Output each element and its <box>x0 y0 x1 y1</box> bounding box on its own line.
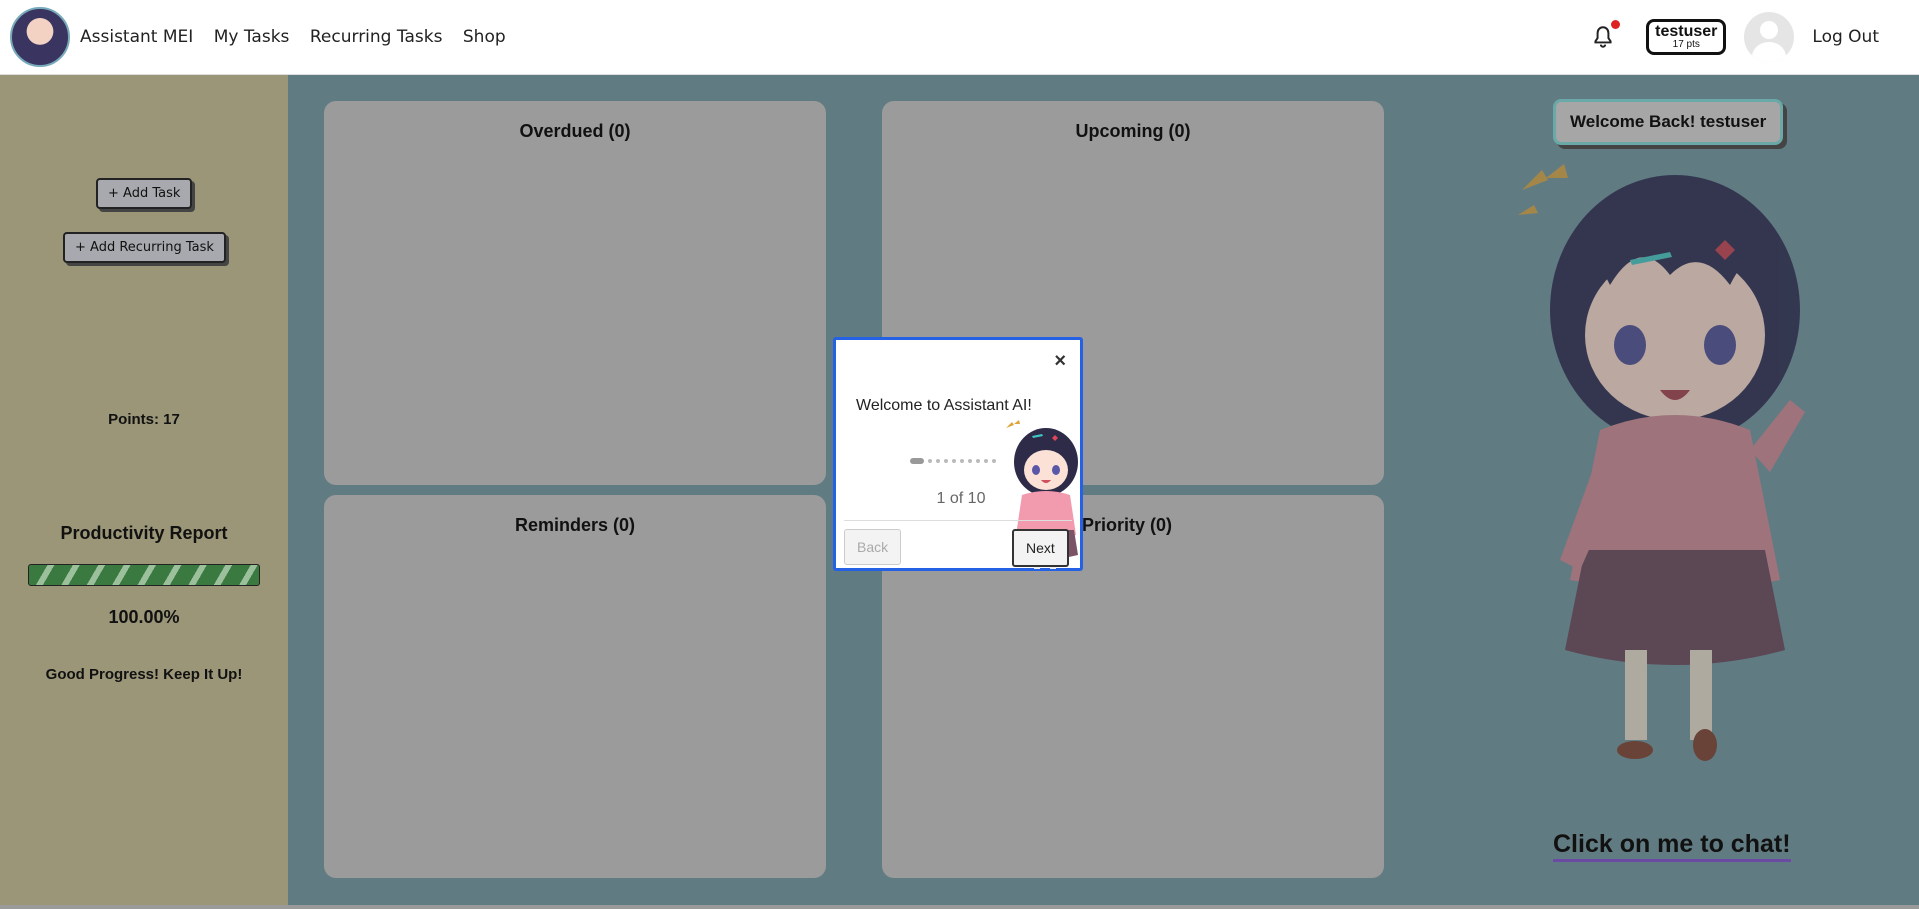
step-dot <box>910 458 924 464</box>
step-dot <box>992 459 996 463</box>
character-mascot[interactable] <box>1510 160 1840 800</box>
logout-button[interactable]: Log Out <box>1812 27 1879 47</box>
step-indicator <box>910 458 996 464</box>
productivity-percent: 100.00% <box>108 607 180 627</box>
nav-shop[interactable]: Shop <box>463 27 506 47</box>
step-dot <box>928 459 932 463</box>
productivity-report-title: Productivity Report <box>60 523 228 543</box>
overdue-panel: Overdued (0) <box>324 101 826 485</box>
bell-icon[interactable] <box>1590 20 1621 50</box>
username: testuser <box>1655 23 1718 40</box>
step-dot <box>944 459 948 463</box>
add-recurring-task-button[interactable]: + Add Recurring Task <box>63 232 226 263</box>
progress-message: Good Progress! Keep It Up! <box>45 666 243 683</box>
nav-my-tasks[interactable]: My Tasks <box>214 27 290 47</box>
top-navbar: Assistant MEI My Tasks Recurring Tasks S… <box>0 0 1919 75</box>
points-label: Points: 17 <box>108 411 180 428</box>
welcome-bubble: Welcome Back! testuser <box>1553 99 1784 145</box>
points-badge: 17 pts <box>1672 39 1700 50</box>
step-dot <box>960 459 964 463</box>
nav-recurring-tasks[interactable]: Recurring Tasks <box>310 27 443 47</box>
step-dot <box>936 459 940 463</box>
user-points-box[interactable]: testuser 17 pts <box>1646 19 1727 55</box>
sidebar: + Add Task + Add Recurring Task Points: … <box>0 75 288 905</box>
add-task-button[interactable]: + Add Task <box>96 178 193 209</box>
close-icon[interactable]: × <box>1054 350 1066 373</box>
modal-divider <box>844 520 1072 521</box>
chat-prompt-link[interactable]: Click on me to chat! <box>1553 830 1791 862</box>
panel-title: Reminders (0) <box>514 515 636 535</box>
notification-badge <box>1611 20 1621 29</box>
back-button[interactable]: Back <box>844 529 902 565</box>
step-dot <box>952 459 956 463</box>
step-dot <box>968 459 972 463</box>
app-logo[interactable] <box>10 7 70 67</box>
tutorial-modal: × Welcome to Assistant AI! 1 of 10 Back … <box>833 337 1083 571</box>
step-dot <box>984 459 988 463</box>
nav-home[interactable]: Assistant MEI <box>80 27 193 47</box>
main-nav: Assistant MEI My Tasks Recurring Tasks S… <box>70 27 506 47</box>
step-dot <box>976 459 980 463</box>
modal-welcome-text: Welcome to Assistant AI! <box>856 397 1032 414</box>
reminders-panel: Reminders (0) <box>324 495 826 878</box>
panel-title: Priority (0) <box>1082 515 1173 535</box>
step-counter: 1 of 10 <box>936 490 986 507</box>
header-right: testuser 17 pts Log Out <box>1590 0 1919 74</box>
productivity-progress-bar <box>28 564 260 586</box>
avatar[interactable] <box>1744 12 1795 62</box>
panel-title: Overdued (0) <box>519 121 631 141</box>
next-button[interactable]: Next <box>1012 529 1069 567</box>
panel-title: Upcoming (0) <box>1075 121 1191 141</box>
